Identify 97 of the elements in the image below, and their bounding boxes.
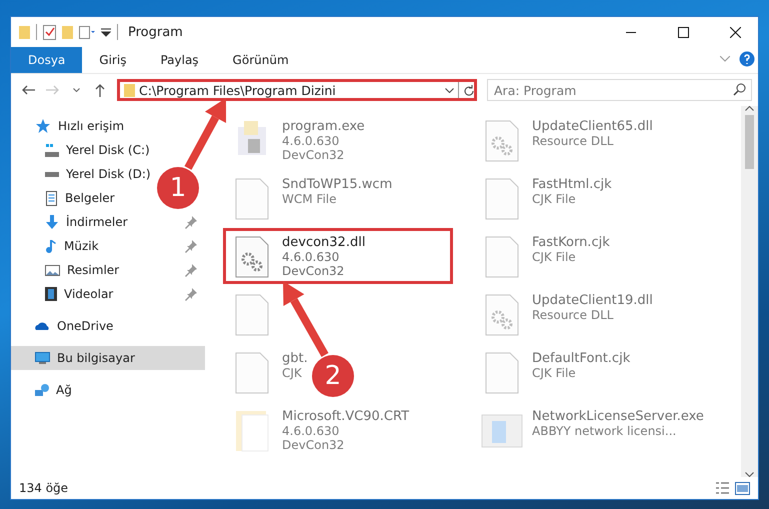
file-item[interactable]: UpdateClient19.dll Resource DLL xyxy=(473,286,660,342)
file-name: UpdateClient65.dll xyxy=(532,119,653,134)
file-item[interactable]: UpdateClient65.dll Resource DLL xyxy=(473,112,660,168)
sidebar-item[interactable]: Hızlı erişim xyxy=(58,119,124,133)
sidebar-item[interactable]: Yerel Disk (C:) xyxy=(66,143,150,157)
sidebar-item[interactable]: Belgeler xyxy=(65,191,115,205)
file-item[interactable]: FastKorn.cjk CJK File xyxy=(473,228,617,284)
file-name: Microsoft.VC90.CRT xyxy=(282,409,410,424)
download-icon xyxy=(45,215,59,229)
view-icon xyxy=(79,26,95,38)
file-name: SndToWP15.wcm xyxy=(282,177,392,192)
file-detail: CJK xyxy=(282,366,303,380)
sidebar-item[interactable]: Videolar xyxy=(64,287,114,301)
sidebar-item[interactable]: Ağ xyxy=(56,383,72,397)
file-detail: DevCon32 xyxy=(282,264,346,278)
file-item[interactable]: DefaultFont.cjk CJK File xyxy=(473,344,638,400)
file-detail: Resource DLL xyxy=(532,308,614,322)
file-detail: CJK File xyxy=(532,250,577,264)
music-note-icon xyxy=(45,238,57,254)
address-bar[interactable]: C:\Program Files\Program Dizini xyxy=(117,79,477,101)
sidebar-item[interactable]: Resimler xyxy=(67,263,120,277)
pin-icon xyxy=(185,264,197,276)
file-item[interactable]: devcon32.dll 4.6.0.630 DevCon32 xyxy=(223,228,453,284)
file-detail: CJK File xyxy=(532,192,577,206)
file-name: devcon32.dll xyxy=(282,235,366,250)
search-icon xyxy=(733,83,746,96)
chevron-down-icon xyxy=(445,88,454,92)
file-name: DefaultFont.cjk xyxy=(532,351,630,366)
sidebar-item[interactable]: OneDrive xyxy=(57,319,114,333)
annotation-arrow xyxy=(184,98,226,170)
file-name: program.exe xyxy=(282,119,365,134)
file-detail: DevCon32 xyxy=(282,438,346,452)
file-detail: 4.6.0.630 xyxy=(282,424,340,438)
ribbon-tab[interactable]: Paylaş xyxy=(143,47,216,73)
file-item[interactable]: SndToWP15.wcm WCM File xyxy=(223,170,400,226)
pin-icon xyxy=(185,240,197,252)
file-detail: WCM File xyxy=(282,192,338,206)
file-detail: DevCon32 xyxy=(282,148,346,162)
folder-icon xyxy=(124,84,135,96)
pin-icon xyxy=(185,288,197,300)
ribbon-tab[interactable]: Görünüm xyxy=(216,47,306,73)
sidebar-item[interactable]: İndirmeler xyxy=(66,215,128,229)
sidebar-item[interactable]: Yerel Disk (D:) xyxy=(66,167,151,181)
file-name: UpdateClient19.dll xyxy=(532,293,653,308)
new-folder-icon xyxy=(62,26,73,38)
pin-icon xyxy=(185,216,197,228)
file-detail: Resource DLL xyxy=(532,134,614,148)
file-detail: 4.6.0.630 xyxy=(282,250,340,264)
picture-icon xyxy=(45,264,60,276)
file-name: FastKorn.cjk xyxy=(532,235,610,250)
chevron-up-icon xyxy=(745,106,754,111)
document-icon xyxy=(45,190,58,206)
sidebar-item[interactable]: Bu bilgisayar xyxy=(11,346,205,370)
ribbon-tab[interactable]: Dosya xyxy=(11,47,82,73)
file-item[interactable]: Microsoft.VC90.CRT 4.6.0.630 DevCon32 xyxy=(223,402,416,458)
search-field[interactable]: Ara: Program xyxy=(487,79,752,101)
star-icon xyxy=(35,118,51,134)
refresh-icon xyxy=(463,84,474,96)
arrow-right-icon xyxy=(46,85,58,95)
arrow-left-icon xyxy=(22,85,34,95)
file-item[interactable]: NetworkLicenseServer.exe ABBYY network licensi... xyxy=(473,402,711,458)
cloud-icon xyxy=(35,321,50,331)
scrollbar[interactable] xyxy=(741,106,758,477)
divider xyxy=(458,82,459,98)
chevron-down-icon xyxy=(720,56,730,62)
file-name: FastHtml.cjk xyxy=(532,177,612,192)
file-detail: ABBYY network licensi... xyxy=(532,424,678,438)
dropdown-icon xyxy=(101,28,111,36)
network-icon xyxy=(35,384,49,396)
file-name: NetworkLicenseServer.exe xyxy=(532,409,704,424)
large-icons-view-icon xyxy=(735,482,750,494)
sidebar-item[interactable]: Müzik xyxy=(64,239,99,253)
help-icon xyxy=(739,51,755,67)
film-icon xyxy=(45,287,57,301)
file-item[interactable]: FastHtml.cjk CJK File xyxy=(473,170,619,226)
arrow-up-icon xyxy=(95,84,105,96)
details-view-icon xyxy=(716,482,729,494)
chevron-down-icon xyxy=(72,88,80,92)
properties-icon xyxy=(43,24,56,40)
file-detail: CJK File xyxy=(532,366,577,380)
file-name: gbt. xyxy=(282,351,308,366)
file-item[interactable]: gbt. CJK xyxy=(223,344,315,400)
scrollbar-thumb[interactable] xyxy=(745,115,754,169)
divider xyxy=(36,24,37,40)
ribbon-tab[interactable]: Giriş xyxy=(82,47,144,73)
maximize-icon xyxy=(678,26,688,38)
divider xyxy=(117,24,118,40)
drive-icon xyxy=(45,144,59,156)
window-title: Program xyxy=(128,24,183,40)
file-detail: 4.6.0.630 xyxy=(282,134,340,148)
drive-icon xyxy=(45,172,59,176)
close-icon xyxy=(730,26,740,38)
chevron-down-icon xyxy=(745,472,754,477)
file-item[interactable]: program.exe 4.6.0.630 DevCon32 xyxy=(223,112,372,168)
folder-icon xyxy=(19,26,30,38)
monitor-icon xyxy=(35,352,50,364)
item-count: 134 öğe xyxy=(19,481,68,495)
